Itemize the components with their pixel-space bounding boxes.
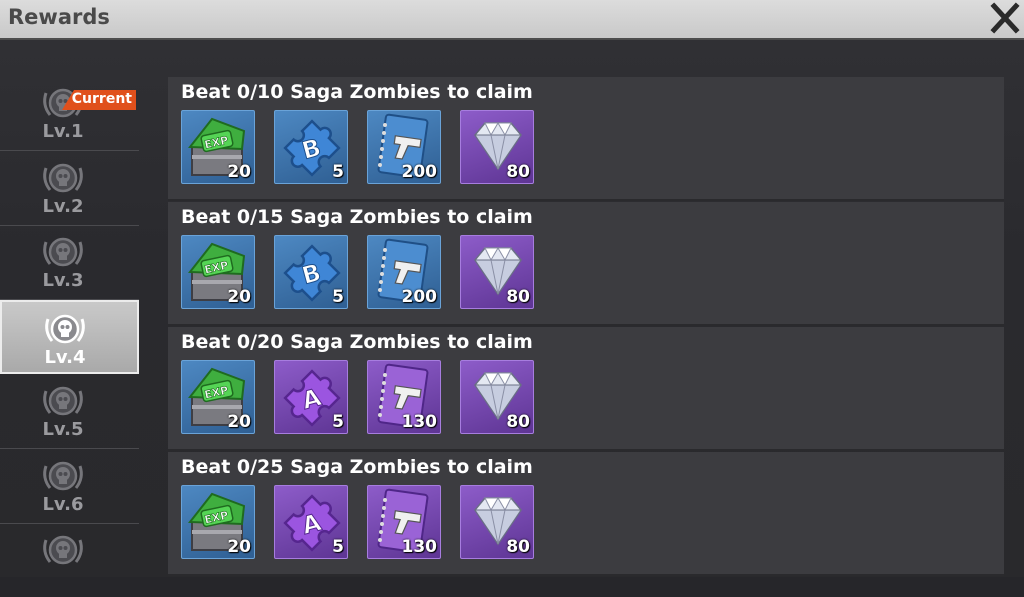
task-description: Beat 0/15 Saga Zombies to claim <box>181 206 533 228</box>
item-quantity: 20 <box>227 412 251 432</box>
reward-row: Beat 0/20 Saga Zombies to claim EXP 20 A 5 13… <box>168 327 1004 451</box>
sidebar-item-level[interactable]: Lv.4 <box>0 299 139 374</box>
level-label: Lv.5 <box>42 419 84 440</box>
item-quantity: 20 <box>227 537 251 557</box>
reward-item[interactable]: 200 <box>367 110 441 184</box>
skull-badge-icon <box>40 158 86 198</box>
item-quantity: 5 <box>332 537 344 557</box>
sidebar-item-level[interactable]: Lv.6 <box>0 449 139 524</box>
task-description: Beat 0/10 Saga Zombies to claim <box>181 81 533 103</box>
reward-item[interactable]: 130 <box>367 360 441 434</box>
item-quantity: 20 <box>227 287 251 307</box>
reward-item[interactable]: EXP 20 <box>181 235 255 309</box>
item-quantity: 5 <box>332 412 344 432</box>
item-quantity: 200 <box>401 162 438 182</box>
reward-item[interactable]: 80 <box>460 110 534 184</box>
item-quantity: 130 <box>401 537 438 557</box>
skull-badge-icon <box>40 456 86 496</box>
level-label: Lv.6 <box>42 493 84 515</box>
sidebar-item-level[interactable]: Lv.5 <box>0 374 139 449</box>
reward-row: Beat 0/10 Saga Zombies to claim EXP 20 B 5 20… <box>168 77 1004 201</box>
reward-item[interactable]: B5 <box>274 235 348 309</box>
item-quantity: 80 <box>506 537 530 557</box>
sidebar-item-level[interactable]: Lv.2 <box>0 151 139 226</box>
task-description: Beat 0/25 Saga Zombies to claim <box>181 456 533 478</box>
close-icon[interactable] <box>986 0 1024 36</box>
item-quantity: 20 <box>227 162 251 182</box>
level-label: Lv.1 <box>42 121 84 142</box>
reward-item[interactable]: EXP 20 <box>181 110 255 184</box>
sidebar-item-level[interactable] <box>0 523 139 597</box>
reward-row: Beat 0/15 Saga Zombies to claim EXP 20 B 5 20… <box>168 202 1004 326</box>
item-quantity: 5 <box>332 287 344 307</box>
item-quantity: 80 <box>506 162 530 182</box>
skull-badge-icon <box>40 381 86 421</box>
item-quantity: 80 <box>506 412 530 432</box>
reward-item[interactable]: EXP 20 <box>181 485 255 559</box>
reward-item[interactable]: 80 <box>460 360 534 434</box>
level-label: Lv.4 <box>44 346 86 368</box>
sidebar-item-level[interactable]: Lv.3 <box>0 225 139 300</box>
window-title: Rewards <box>8 5 110 29</box>
item-quantity: 80 <box>506 287 530 307</box>
level-label: Lv.3 <box>42 270 84 291</box>
task-description: Beat 0/20 Saga Zombies to claim <box>181 331 533 353</box>
item-quantity: 5 <box>332 162 344 182</box>
current-label: Current <box>71 91 132 107</box>
item-quantity: 130 <box>401 412 438 432</box>
reward-item[interactable]: B5 <box>274 110 348 184</box>
item-quantity: 200 <box>401 287 438 307</box>
reward-item[interactable]: A5 <box>274 360 348 434</box>
reward-item[interactable]: A5 <box>274 485 348 559</box>
current-badge: Current <box>62 90 136 110</box>
reward-row: Beat 0/25 Saga Zombies to claim EXP 20 A 5 13… <box>168 452 1004 576</box>
level-label: Lv.2 <box>42 195 84 217</box>
skull-badge-icon <box>40 530 86 570</box>
skull-badge-icon <box>42 309 88 349</box>
reward-item[interactable]: 80 <box>460 235 534 309</box>
title-bar: Rewards <box>0 0 1024 40</box>
reward-item[interactable]: EXP 20 <box>181 360 255 434</box>
level-sidebar: Lv.1 Current Lv.2 Lv.3 Lv.4 Lv.5 Lv.6 <box>0 76 139 577</box>
skull-badge-icon <box>40 232 86 272</box>
sidebar-item-level[interactable]: Lv.1 Current <box>0 76 139 151</box>
reward-item[interactable]: 80 <box>460 485 534 559</box>
reward-item[interactable]: 130 <box>367 485 441 559</box>
reward-item[interactable]: 200 <box>367 235 441 309</box>
